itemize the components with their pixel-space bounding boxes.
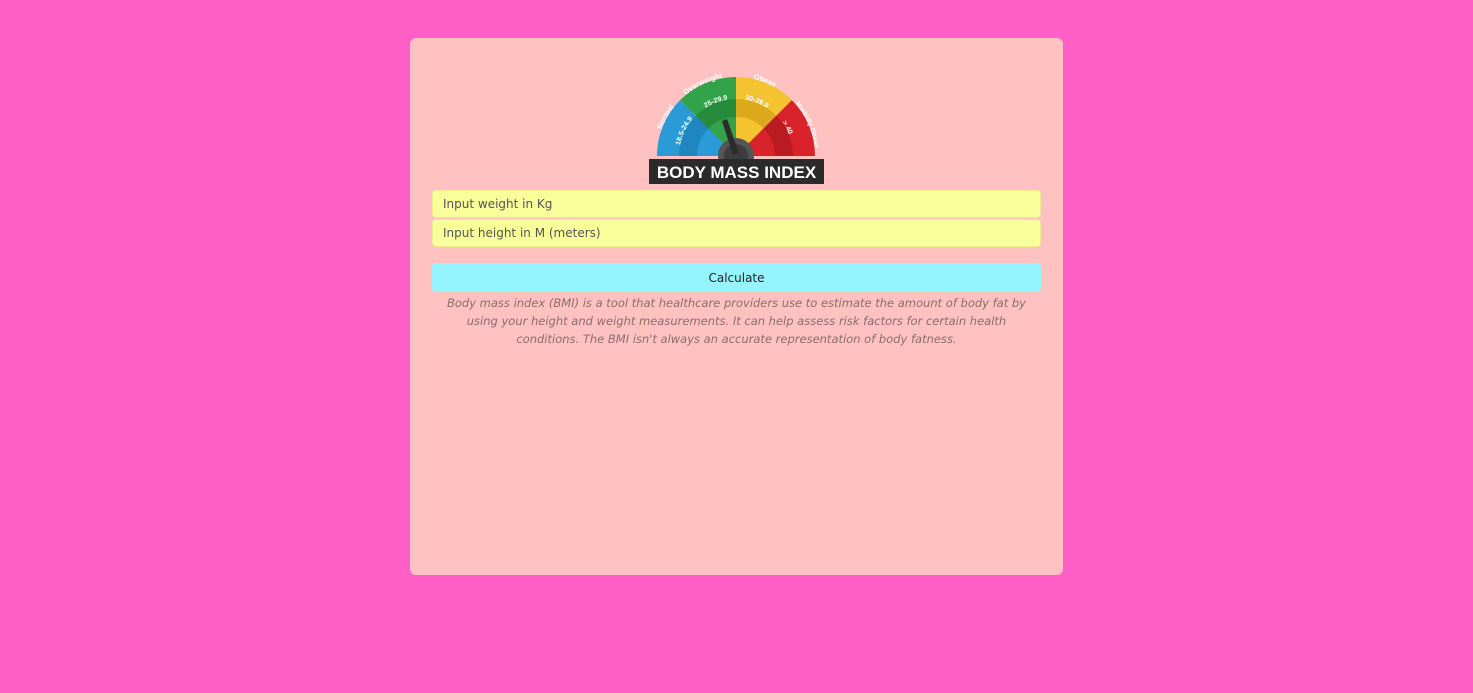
calculate-button[interactable]: Calculate xyxy=(432,263,1041,292)
gauge-banner-text: BODY MASS INDEX xyxy=(657,163,817,182)
weight-input[interactable] xyxy=(432,190,1041,218)
bmi-gauge-logo: Normal Overweight Obese Morbidly Obese 1… xyxy=(649,71,824,184)
height-input[interactable] xyxy=(432,219,1041,247)
bmi-card: Normal Overweight Obese Morbidly Obese 1… xyxy=(410,38,1063,575)
bmi-description: Body mass index (BMI) is a tool that hea… xyxy=(447,296,1026,346)
